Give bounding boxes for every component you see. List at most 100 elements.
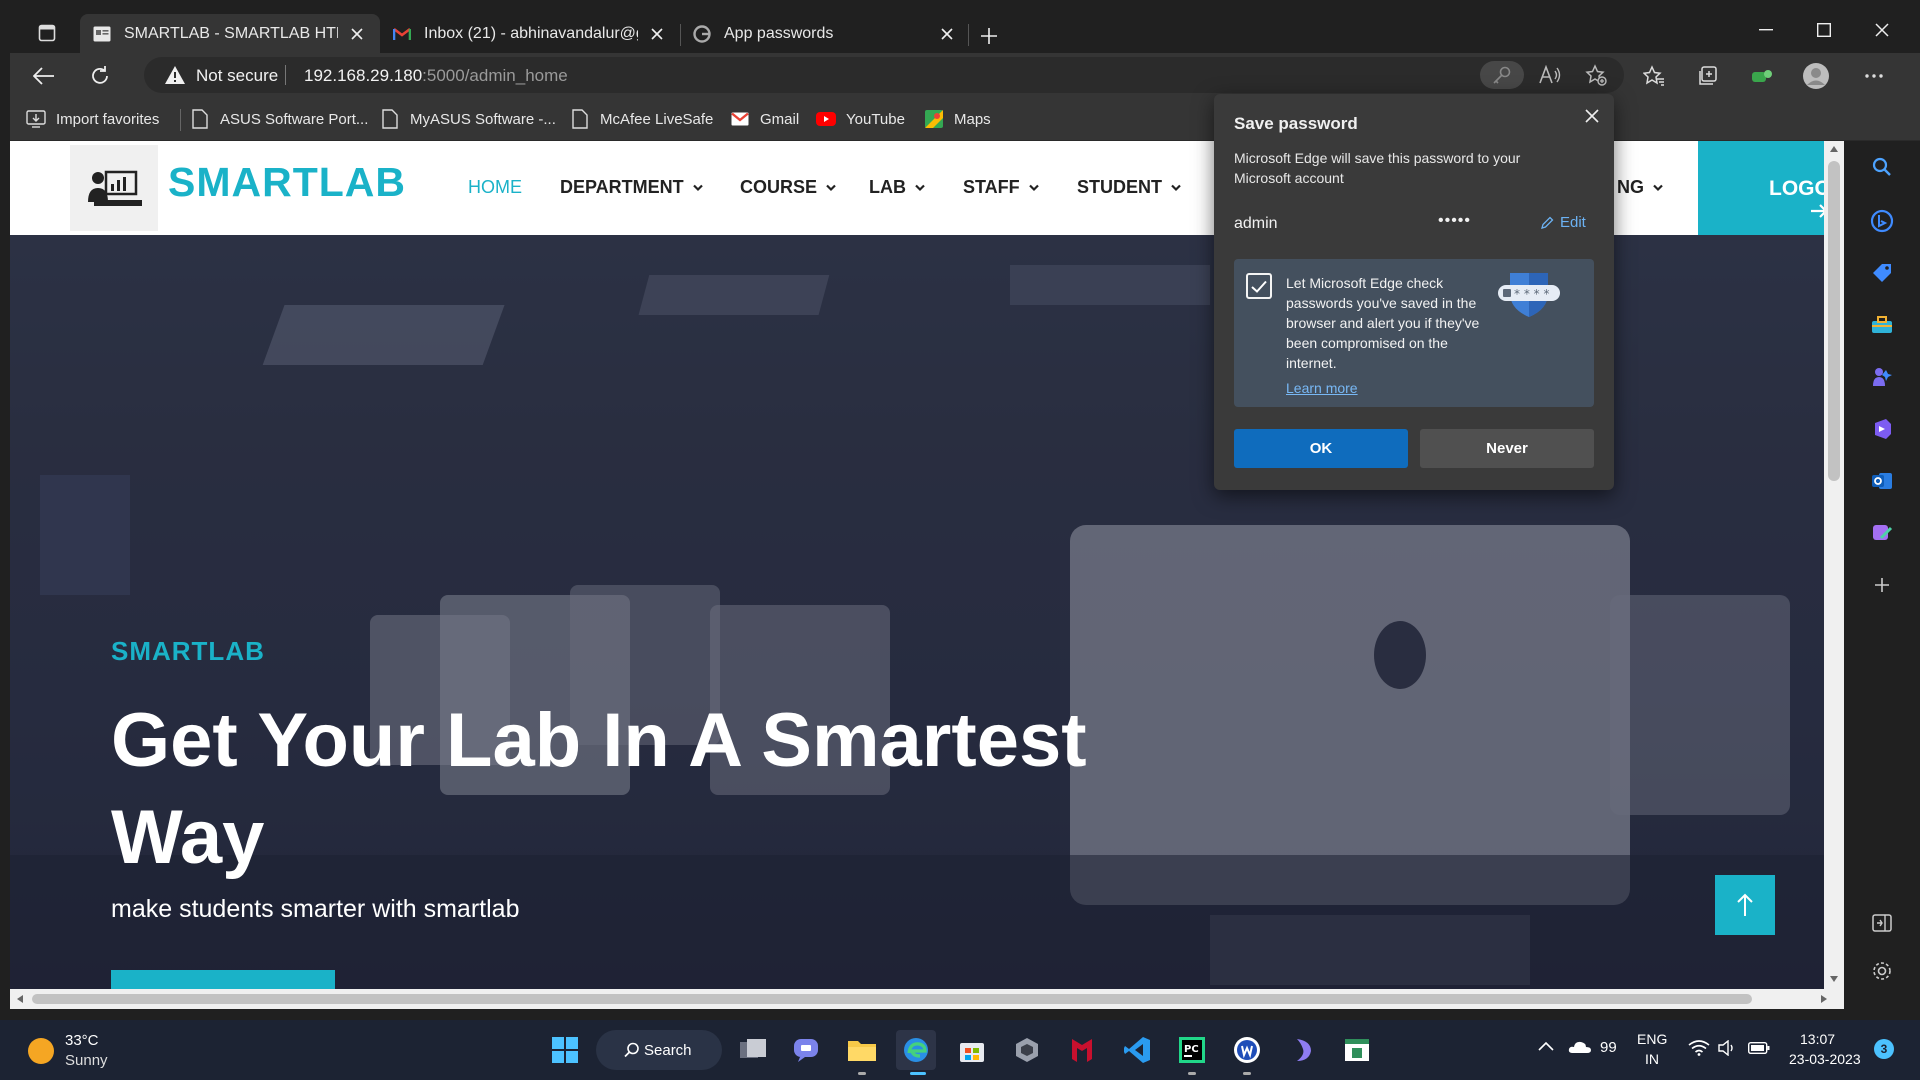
file-explorer-button[interactable] [842, 1030, 882, 1070]
save-password-ok-button[interactable]: OK [1234, 429, 1408, 468]
nav-department[interactable]: DEPARTMENT [560, 177, 703, 198]
learn-more-link[interactable]: Learn more [1286, 380, 1358, 396]
nav-label: DEPARTMENT [560, 177, 684, 197]
chevron-down-icon [692, 184, 703, 191]
read-aloud-button[interactable] [1532, 57, 1568, 93]
sidebar-hide-button[interactable] [1864, 905, 1900, 941]
password-key-button[interactable] [1480, 61, 1524, 89]
sidebar-outlook-button[interactable] [1864, 463, 1900, 499]
favorite-import[interactable]: Import favorites [26, 108, 159, 130]
weather-temperature[interactable]: 33°C [65, 1032, 99, 1049]
app-eclipse-button[interactable] [1282, 1030, 1322, 1070]
mcafee-button[interactable] [1062, 1030, 1102, 1070]
url-text[interactable]: 192.168.29.180:5000/admin_home [304, 66, 568, 86]
show-hidden-icons-button[interactable] [1538, 1038, 1554, 1055]
sidebar-games-button[interactable] [1864, 359, 1900, 395]
favorite-maps[interactable]: Maps [924, 108, 991, 130]
settings-more-button[interactable] [1856, 58, 1892, 94]
tab-inbox[interactable]: Inbox (21) - abhinavandalur@gm [380, 14, 680, 53]
sidebar-add-button[interactable] [1864, 567, 1900, 603]
sun-icon[interactable] [28, 1038, 54, 1064]
extension-button[interactable] [1744, 58, 1780, 94]
new-tab-button[interactable] [975, 22, 1003, 50]
edit-label: Edit [1560, 214, 1586, 231]
vertical-scrollbar[interactable] [1824, 141, 1844, 989]
weather-condition[interactable]: Sunny [65, 1052, 108, 1069]
sidebar-office-button[interactable] [1864, 411, 1900, 447]
save-password-never-button[interactable]: Never [1420, 429, 1594, 468]
favorite-gmail[interactable]: Gmail [730, 108, 799, 130]
profile-button[interactable] [1798, 58, 1834, 94]
clock-time[interactable]: 13:07 [1800, 1031, 1835, 1047]
gmail-icon [392, 24, 412, 44]
refresh-button[interactable] [82, 58, 118, 94]
favorite-mcafee[interactable]: McAfee LiveSafe [570, 108, 713, 130]
tab-actions-button[interactable] [29, 18, 65, 48]
not-secure-label[interactable]: Not secure [196, 66, 278, 86]
sidebar-designer-button[interactable] [1864, 515, 1900, 551]
favorite-myasus[interactable]: MyASUS Software -... [380, 108, 556, 130]
store-button[interactable] [952, 1030, 992, 1070]
teams-chat-button[interactable] [786, 1030, 826, 1070]
close-window-button[interactable] [1854, 10, 1910, 50]
volume-button[interactable] [1718, 1039, 1738, 1060]
wifi-button[interactable] [1688, 1040, 1710, 1060]
nav-home[interactable]: HOME [468, 177, 522, 198]
onedrive-button[interactable] [1568, 1040, 1592, 1058]
favorite-youtube[interactable]: YouTube [816, 108, 905, 130]
close-tab-icon[interactable] [936, 23, 958, 45]
site-logo-text[interactable]: SMARTLAB [168, 159, 406, 206]
close-tab-icon[interactable] [346, 23, 368, 45]
password-monitor-checkbox[interactable] [1246, 273, 1272, 299]
dialog-close-button[interactable] [1578, 102, 1606, 130]
whatsapp-button[interactable] [1227, 1030, 1267, 1070]
app-hexagon-button[interactable] [1007, 1030, 1047, 1070]
tab-smartlab[interactable]: SMARTLAB - SMARTLAB HTML T [80, 14, 380, 53]
nav-partial-item[interactable]: NG [1617, 177, 1663, 198]
battery-percent-text[interactable]: 99 [1600, 1039, 1617, 1056]
back-to-top-button[interactable] [1715, 875, 1775, 935]
add-favorite-button[interactable] [1578, 57, 1614, 93]
taskbar-search[interactable]: Search [596, 1030, 722, 1070]
start-button[interactable] [545, 1030, 585, 1070]
vertical-scroll-thumb[interactable] [1828, 161, 1840, 481]
edge-taskbar-button[interactable] [896, 1030, 936, 1070]
notification-badge[interactable]: 3 [1874, 1039, 1894, 1059]
favorite-asus[interactable]: ASUS Software Port... [190, 108, 368, 130]
vscode-button[interactable] [1117, 1030, 1157, 1070]
close-tab-icon[interactable] [646, 23, 668, 45]
favorites-button[interactable] [1636, 58, 1672, 94]
tag-icon [1873, 264, 1891, 282]
logo-icon[interactable] [70, 145, 158, 231]
address-bar[interactable]: Not secure 192.168.29.180:5000/admin_hom… [144, 57, 1624, 93]
back-button[interactable] [26, 58, 62, 94]
nav-student[interactable]: STUDENT [1077, 177, 1181, 198]
pycharm-button[interactable]: PC [1172, 1030, 1212, 1070]
warning-icon[interactable] [164, 65, 186, 90]
app-active-indicator [910, 1072, 926, 1075]
hero-cta-button[interactable] [111, 970, 335, 989]
sidebar-tools-button[interactable] [1864, 307, 1900, 343]
app-sheet-button[interactable] [1337, 1030, 1377, 1070]
clock-date[interactable]: 23-03-2023 [1789, 1051, 1861, 1067]
language-top[interactable]: ENG [1637, 1031, 1667, 1047]
sidebar-bing-button[interactable] [1864, 203, 1900, 239]
edit-credentials-link[interactable]: Edit [1540, 214, 1586, 231]
task-view-button[interactable] [733, 1030, 773, 1070]
battery-button[interactable] [1747, 1041, 1770, 1058]
collections-button[interactable] [1690, 58, 1726, 94]
app-running-indicator [1243, 1072, 1251, 1075]
horizontal-scrollbar[interactable] [10, 989, 1844, 1009]
sidebar-shopping-button[interactable] [1864, 255, 1900, 291]
maximize-button[interactable] [1796, 10, 1852, 50]
tab-app-passwords[interactable]: App passwords [680, 14, 970, 53]
logout-button[interactable]: LOGOUT [1698, 141, 1834, 235]
horizontal-scroll-thumb[interactable] [32, 994, 1752, 1004]
nav-course[interactable]: COURSE [740, 177, 836, 198]
language-bottom[interactable]: IN [1645, 1051, 1659, 1067]
sidebar-settings-button[interactable] [1864, 953, 1900, 989]
sidebar-search-button[interactable] [1864, 149, 1900, 185]
nav-staff[interactable]: STAFF [963, 177, 1039, 198]
nav-lab[interactable]: LAB [869, 177, 925, 198]
minimize-button[interactable] [1738, 10, 1794, 50]
